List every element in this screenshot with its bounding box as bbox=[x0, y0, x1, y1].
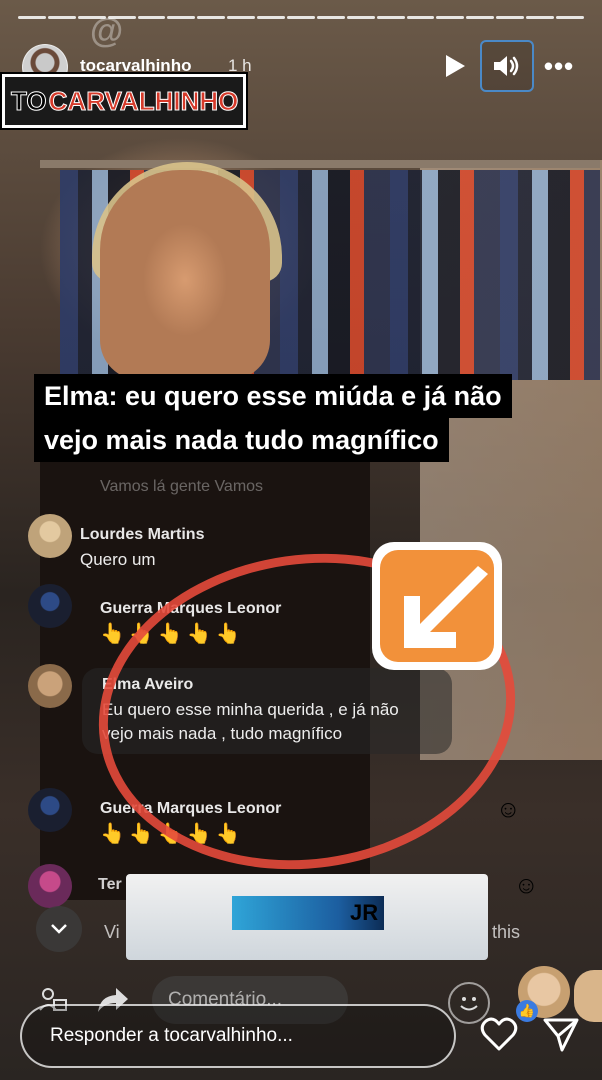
progress-segment bbox=[556, 16, 584, 19]
watermark-at-symbol: @ bbox=[90, 12, 124, 50]
reaction-icon: ☺ bbox=[496, 796, 521, 823]
reply-input[interactable]: Responder a tocarvalhinho... bbox=[20, 1004, 456, 1068]
speaker-icon bbox=[494, 56, 519, 76]
progress-segment bbox=[18, 16, 46, 19]
list-item: Lourdes Martins Quero um bbox=[80, 526, 204, 572]
progress-segment bbox=[227, 16, 256, 19]
comment-author: Lourdes Martins bbox=[80, 526, 205, 543]
logo-name: CARVALHINHO bbox=[48, 85, 239, 116]
progress-segment bbox=[197, 16, 226, 19]
comment-avatar bbox=[28, 788, 72, 832]
input-prefix-text: Vi bbox=[104, 922, 120, 942]
progress-segment bbox=[466, 16, 495, 19]
comment-author-partial: Ter bbox=[98, 876, 122, 893]
heart-icon[interactable] bbox=[480, 1016, 518, 1052]
comment-avatar bbox=[28, 664, 72, 708]
comment-faint: Vamos lá gente Vamos bbox=[100, 478, 264, 495]
input-suffix-text: this bbox=[492, 922, 521, 942]
story-caption: Elma: eu quero esse miúda e já não vejo … bbox=[34, 374, 554, 462]
logo-prefix: TO bbox=[11, 85, 48, 116]
comment-text: Quero um bbox=[80, 550, 156, 569]
sound-button[interactable] bbox=[480, 40, 534, 92]
reaction-icon: ☺ bbox=[514, 872, 539, 899]
progress-segment bbox=[526, 16, 555, 19]
channel-logo: TO CARVALHINHO bbox=[2, 74, 246, 128]
progress-segment bbox=[496, 16, 525, 19]
username[interactable]: tocarvalhinho bbox=[80, 56, 191, 76]
play-icon bbox=[446, 55, 465, 77]
person-face bbox=[100, 170, 270, 380]
caption-line-2: vejo mais nada tudo magnífico bbox=[34, 418, 449, 462]
banner-logo-mark: JR bbox=[350, 900, 379, 925]
more-options-button[interactable]: ••• bbox=[534, 42, 584, 90]
send-icon[interactable] bbox=[542, 1016, 580, 1054]
caption-line-1: Elma: eu quero esse miúda e já não bbox=[34, 374, 512, 418]
comment-avatar bbox=[28, 584, 72, 628]
collapse-comments-button[interactable] bbox=[36, 906, 82, 952]
progress-segment bbox=[137, 16, 166, 19]
progress-segment bbox=[167, 16, 196, 19]
post-time: 1 h bbox=[228, 56, 252, 75]
play-button[interactable] bbox=[430, 42, 480, 90]
progress-segment bbox=[287, 16, 315, 19]
arrow-down-left-icon bbox=[372, 542, 502, 670]
comment-avatar bbox=[28, 864, 72, 908]
progress-segment bbox=[406, 16, 435, 19]
viewer-avatar bbox=[574, 970, 602, 1022]
progress-segment bbox=[47, 16, 76, 19]
clothing-rack-bar bbox=[40, 160, 600, 168]
chevron-down-icon bbox=[51, 924, 67, 934]
progress-segment bbox=[376, 16, 405, 19]
progress-segment bbox=[316, 16, 345, 19]
story-viewer: @ tocarvalhinho 1 h TO CARVALHINHO ••• E… bbox=[0, 0, 602, 1080]
progress-segment bbox=[257, 16, 286, 19]
progress-segment bbox=[346, 16, 375, 19]
like-badge-icon: 👍 bbox=[516, 1000, 538, 1022]
progress-segment bbox=[436, 16, 465, 19]
comment-avatar bbox=[28, 514, 72, 558]
